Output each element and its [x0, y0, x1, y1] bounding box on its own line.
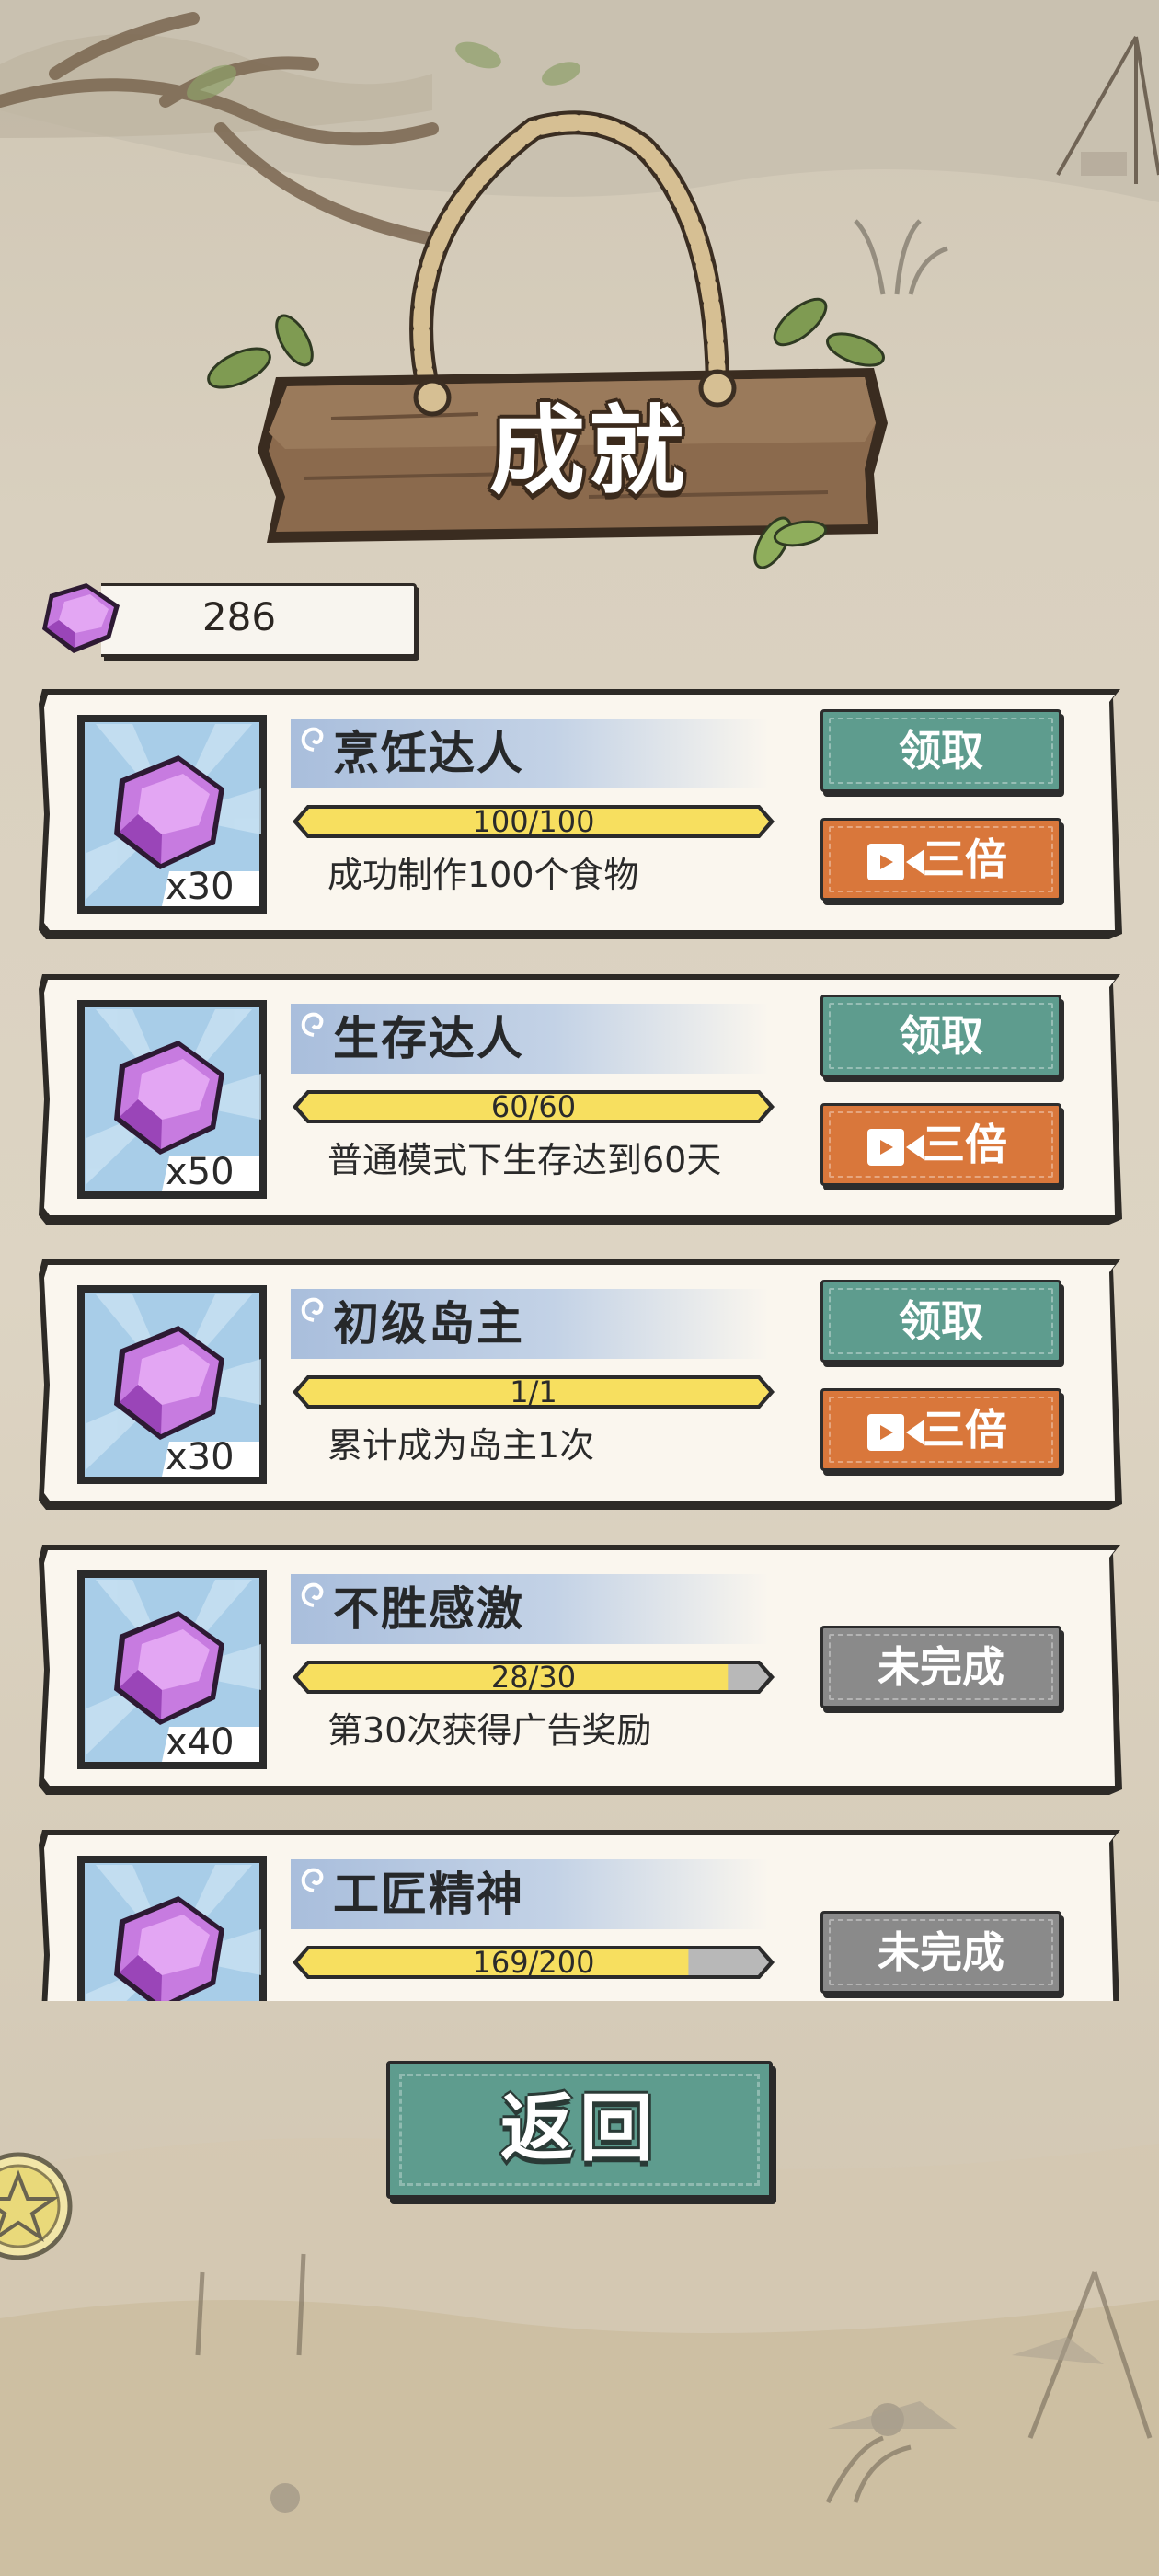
claim-button-label: 领取: [899, 726, 983, 776]
swirl-icon: [301, 1868, 324, 1892]
achievement-title: 不胜感激: [333, 1582, 524, 1636]
incomplete-label: 未完成: [878, 1927, 1004, 1977]
triple-button-label: 三倍: [923, 834, 1007, 884]
video-ad-icon: [867, 1129, 924, 1166]
title-sign: [207, 110, 888, 569]
achievement-description: 成功制作100个食物: [327, 855, 639, 895]
claim-button[interactable]: 领取: [820, 1280, 1061, 1363]
achievement-description: 累计成为岛主1次: [327, 1425, 595, 1466]
achievement-title: 生存达人: [333, 1012, 524, 1065]
swirl-icon: [301, 1012, 324, 1037]
claim-button[interactable]: 领取: [820, 995, 1061, 1077]
claim-button-label: 领取: [899, 1296, 983, 1346]
reward-count: x30: [166, 1436, 235, 1478]
video-ad-icon: [867, 844, 924, 880]
claim-button[interactable]: 领取: [820, 709, 1061, 792]
page-title: 成就: [488, 395, 688, 507]
swirl-icon: [301, 1582, 324, 1607]
star-badge-icon[interactable]: [0, 2151, 74, 2261]
video-ad-icon: [867, 1414, 924, 1451]
achievement-title: 工匠精神: [333, 1868, 524, 1921]
achievement-description: 普通模式下生存达到60天: [327, 1140, 722, 1180]
achievement-description: 第30次获得广告奖励: [327, 1710, 652, 1751]
reward-count: x30: [166, 866, 235, 908]
achievement-title: 初级岛主: [333, 1297, 524, 1351]
reward-icon-frame: [77, 1856, 267, 2001]
reward-count: x40: [166, 1721, 235, 1764]
progress-text: 169/200: [472, 1945, 595, 1980]
achievement-card: x30 烹饪达人 100/100 成功制作100个食物 领取 三倍: [37, 685, 1124, 945]
achievement-card: x40 不胜感激 28/30 第30次获得广告奖励 未完成: [37, 1541, 1124, 1800]
triple-reward-button[interactable]: 三倍: [820, 1103, 1061, 1186]
achievement-title: 烹饪达人: [333, 727, 524, 780]
incomplete-label: 未完成: [878, 1642, 1004, 1692]
incomplete-status-button[interactable]: 未完成: [820, 1626, 1061, 1708]
incomplete-status-button[interactable]: 未完成: [820, 1911, 1061, 1994]
achievement-card: 工匠精神 169/200 未完成: [37, 1826, 1124, 2001]
progress-text: 28/30: [490, 1660, 577, 1695]
progress-text: 100/100: [472, 804, 595, 839]
progress-text: 1/1: [510, 1374, 557, 1409]
achievement-card: x30 初级岛主 1/1 累计成为岛主1次 领取 三倍: [37, 1256, 1124, 1515]
progress-text: 60/60: [490, 1089, 577, 1124]
reward-count: x50: [166, 1151, 235, 1193]
swirl-icon: [301, 1297, 324, 1322]
achievement-list[interactable]: x30 烹饪达人 100/100 成功制作100个食物 领取 三倍 x50 生存…: [37, 685, 1124, 2001]
gem-currency-display: 286: [37, 578, 417, 657]
triple-button-label: 三倍: [923, 1120, 1007, 1169]
claim-button-label: 领取: [899, 1011, 983, 1061]
gem-count: 286: [201, 594, 277, 639]
purple-gem-icon: [42, 583, 120, 653]
back-button-label: 返回: [500, 2086, 659, 2171]
triple-reward-button[interactable]: 三倍: [820, 818, 1061, 901]
triple-button-label: 三倍: [923, 1405, 1007, 1455]
swirl-icon: [301, 727, 324, 752]
back-button[interactable]: 返回: [386, 2061, 773, 2199]
triple-reward-button[interactable]: 三倍: [820, 1388, 1061, 1471]
achievement-card: x50 生存达人 60/60 普通模式下生存达到60天 领取 三倍: [37, 971, 1124, 1230]
